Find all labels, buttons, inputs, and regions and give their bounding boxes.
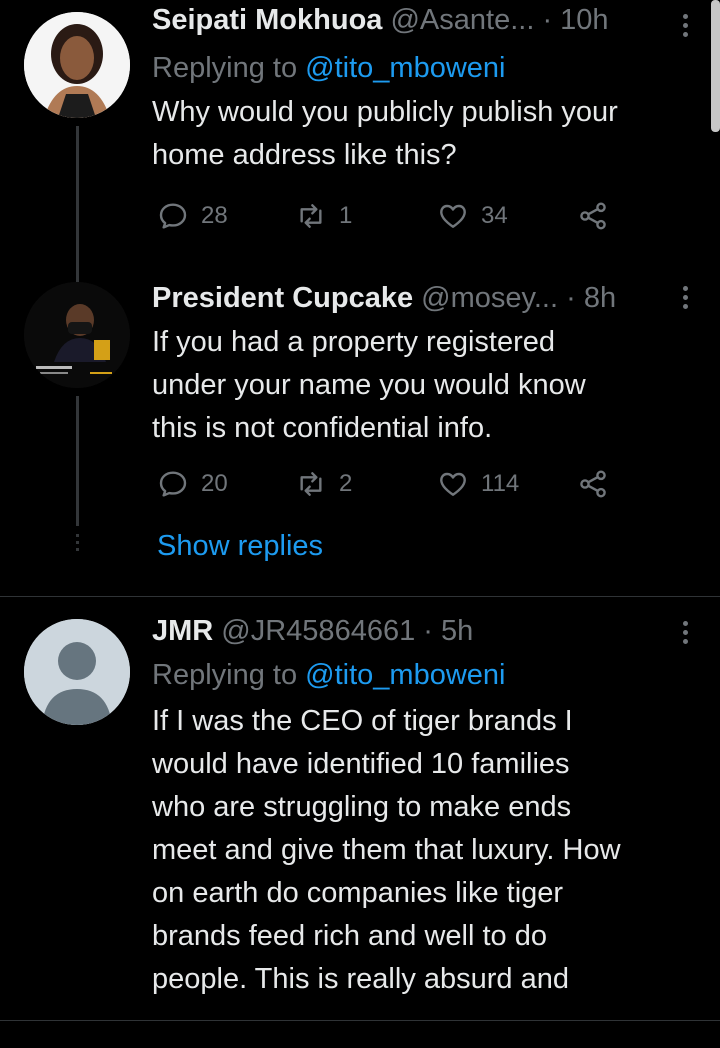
replying-to-handle[interactable]: @tito_mboweni <box>305 52 505 84</box>
share-icon <box>580 470 606 498</box>
like-button[interactable]: 114 <box>437 468 519 500</box>
collapsed-thread-dots <box>76 534 79 551</box>
reply-count: 28 <box>201 202 228 229</box>
timestamp[interactable]: · 5h <box>423 615 473 647</box>
like-count: 114 <box>481 470 520 497</box>
reply-button[interactable]: 20 <box>157 468 228 500</box>
replying-to-handle[interactable]: @tito_mboweni <box>305 659 505 691</box>
tweet-text: If I was the CEO of tiger brands I would… <box>152 705 621 995</box>
thread-line <box>76 126 79 270</box>
tweet-actions: 20 2 114 <box>157 468 617 504</box>
share-button[interactable] <box>577 468 621 500</box>
display-name[interactable]: President Cupcake <box>152 282 413 314</box>
display-name[interactable]: Seipati Mokhuoa <box>152 4 382 36</box>
like-count: 34 <box>481 202 508 229</box>
reply-count: 20 <box>201 470 228 497</box>
thread-line <box>76 396 79 526</box>
user-handle[interactable]: @JR45864661 <box>221 615 415 647</box>
heart-icon <box>440 204 466 228</box>
like-button[interactable]: 34 <box>437 200 508 232</box>
tweet-header: JMR @JR45864661 · 5h <box>152 613 690 649</box>
comment-icon <box>159 203 187 229</box>
retweet-button[interactable]: 2 <box>295 468 352 500</box>
more-vertical-icon[interactable] <box>680 14 690 41</box>
more-vertical-icon[interactable] <box>680 621 690 648</box>
more-vertical-icon[interactable] <box>680 286 690 313</box>
share-button[interactable] <box>577 200 621 232</box>
reply-button[interactable]: 28 <box>157 200 228 232</box>
retweet-icon <box>300 472 322 496</box>
comment-icon <box>159 471 187 497</box>
tweet-actions: 28 1 34 <box>157 200 617 236</box>
tweet-header: Seipati Mokhuoa @Asante... · 10h <box>152 2 690 38</box>
tweet-president-cupcake[interactable]: President Cupcake @mosey... · 8h If you … <box>0 270 720 590</box>
user-handle[interactable]: @mosey... <box>421 282 558 314</box>
tweet-text: If you had a property registered under y… <box>152 326 586 444</box>
retweet-icon <box>300 204 322 228</box>
display-name[interactable]: JMR <box>152 615 213 647</box>
tweet-text: Why would you publicly publish your home… <box>152 96 618 171</box>
timestamp[interactable]: · 10h <box>542 4 608 36</box>
thread-line <box>76 270 79 282</box>
tweet-seipati[interactable]: Seipati Mokhuoa @Asante... · 10h Replyin… <box>0 0 720 270</box>
retweet-count: 2 <box>339 470 353 497</box>
retweet-button[interactable]: 1 <box>295 200 352 232</box>
tweet-header: President Cupcake @mosey... · 8h <box>152 280 690 316</box>
retweet-count: 1 <box>339 202 353 229</box>
tweet-jmr[interactable]: JMR @JR45864661 · 5h Replying to @tito_m… <box>0 597 720 1048</box>
replying-to: Replying to @tito_mboweni <box>152 659 506 691</box>
user-handle[interactable]: @Asante... <box>390 4 534 36</box>
show-replies-link[interactable]: Show replies <box>157 530 323 563</box>
share-icon <box>580 202 606 230</box>
avatar[interactable] <box>24 282 130 388</box>
bottom-navigation-edge <box>0 1020 720 1048</box>
heart-icon <box>440 472 466 496</box>
timestamp[interactable]: · 8h <box>566 282 616 314</box>
avatar[interactable] <box>24 619 130 725</box>
avatar[interactable] <box>24 12 130 118</box>
replying-to: Replying to @tito_mboweni <box>152 52 506 84</box>
